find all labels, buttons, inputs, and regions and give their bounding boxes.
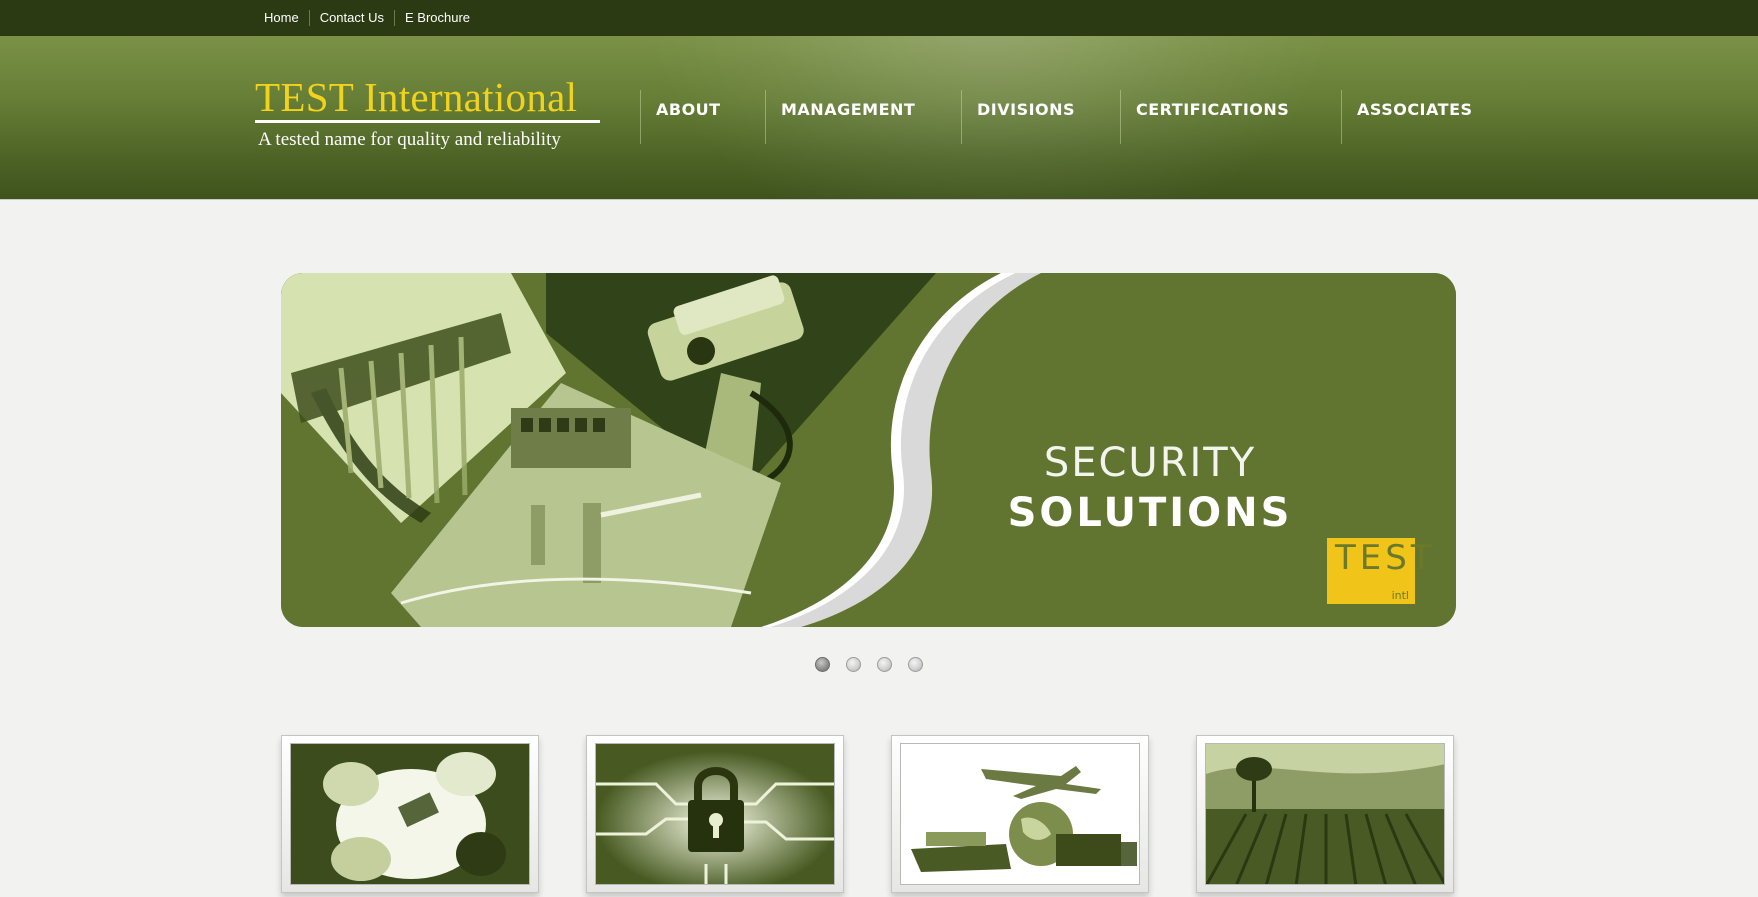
slide-caption-line1: SECURITY <box>1043 440 1257 486</box>
contact-us-link[interactable]: Contact Us <box>308 10 394 26</box>
main-navigation: ABOUT MANAGEMENT DIVISIONS CERTIFICATION… <box>640 90 1491 144</box>
nav-about-label: ABOUT <box>656 100 721 119</box>
slide-caption: SECURITY SOLUTIONS <box>1000 440 1300 536</box>
site-header: TEST International A tested name for qua… <box>0 36 1758 200</box>
badge-text: TEST <box>1335 538 1436 578</box>
nav-certifications-label: CERTIFICATIONS <box>1136 100 1290 119</box>
agriculture-image <box>1205 743 1445 885</box>
slider-pagination <box>815 657 923 672</box>
thumbnail-meeting[interactable] <box>281 735 539 893</box>
test-intl-badge-logo: TEST intl <box>1327 538 1432 604</box>
logistics-image <box>900 743 1140 885</box>
nav-associates[interactable]: ASSOCIATES <box>1341 90 1491 144</box>
nav-associates-label: ASSOCIATES <box>1357 100 1473 119</box>
logo-title: TEST International <box>255 74 578 120</box>
nav-management[interactable]: MANAGEMENT <box>765 90 961 144</box>
top-utility-bar: Home Contact Us E Brochure <box>0 0 1758 36</box>
meeting-image <box>290 743 530 885</box>
thumbnail-padlock[interactable] <box>586 735 844 893</box>
nav-about[interactable]: ABOUT <box>640 90 765 144</box>
nav-divisions[interactable]: DIVISIONS <box>961 90 1120 144</box>
slide-dot-4[interactable] <box>908 657 923 672</box>
nav-certifications[interactable]: CERTIFICATIONS <box>1120 90 1341 144</box>
thumbnail-logistics[interactable] <box>891 735 1149 893</box>
logo-divider <box>255 120 600 123</box>
nav-divisions-label: DIVISIONS <box>977 100 1076 119</box>
utility-links: Home Contact Us E Brochure <box>254 0 480 36</box>
home-link[interactable]: Home <box>254 10 309 26</box>
badge-sub-text: intl <box>1391 589 1409 602</box>
site-logo[interactable]: TEST International A tested name for qua… <box>255 76 605 151</box>
thumbnail-agriculture[interactable] <box>1196 735 1454 893</box>
padlock-circuit-image <box>595 743 835 885</box>
slide-caption-line2: SOLUTIONS <box>1007 490 1293 536</box>
e-brochure-link[interactable]: E Brochure <box>394 10 480 26</box>
logo-tagline: A tested name for quality and reliabilit… <box>258 129 561 150</box>
slide-dot-1[interactable] <box>815 657 830 672</box>
slide-dot-3[interactable] <box>877 657 892 672</box>
slide-dot-2[interactable] <box>846 657 861 672</box>
nav-management-label: MANAGEMENT <box>781 100 916 119</box>
